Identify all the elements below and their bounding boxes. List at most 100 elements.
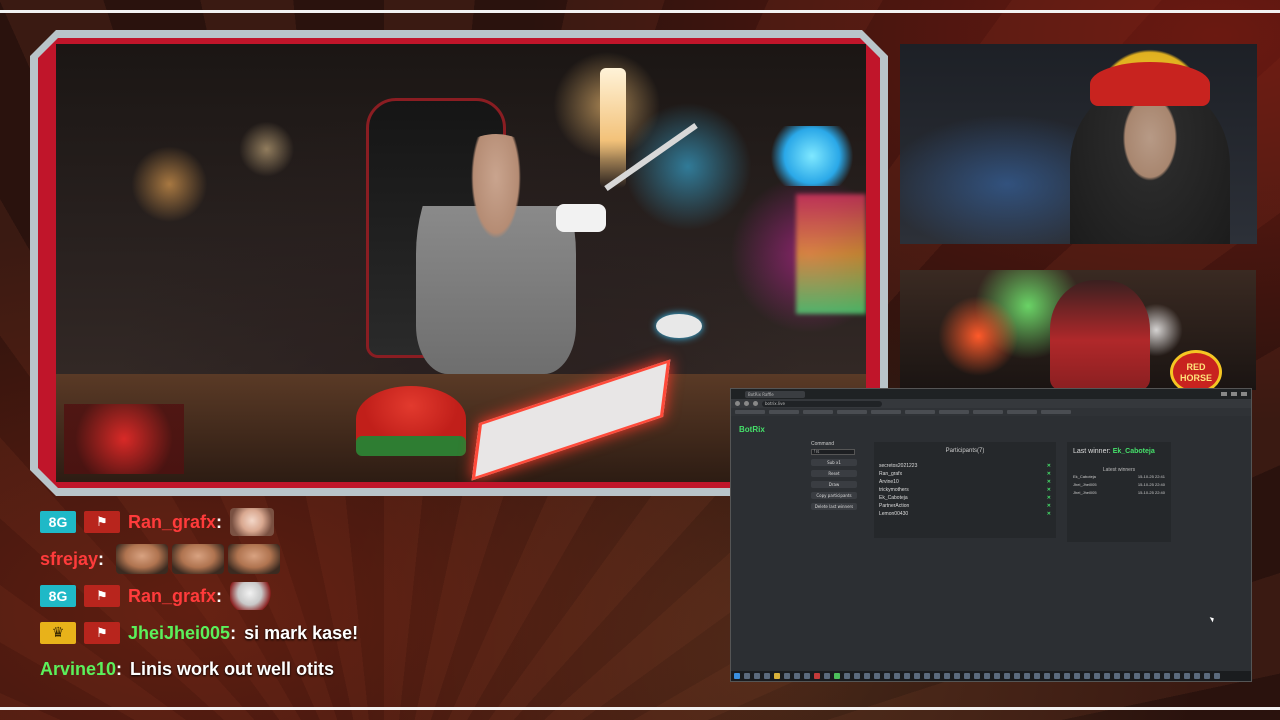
sub-multiplier-button[interactable]: Sub x1 <box>811 459 857 466</box>
app-icon[interactable] <box>1064 673 1070 679</box>
app-icon[interactable] <box>964 673 970 679</box>
app-icon[interactable] <box>904 673 910 679</box>
chat-overlay: 8G ⚑ Ran_grafx : sfrejay : 8G ⚑ Ran_graf… <box>40 506 720 689</box>
app-icon[interactable] <box>804 673 810 679</box>
sub-badge-icon: 8G <box>40 585 76 607</box>
window-controls <box>1221 392 1247 396</box>
minimize-icon[interactable] <box>1221 392 1227 396</box>
bookmark[interactable] <box>837 410 867 414</box>
botrix-logo[interactable]: BotRix <box>739 425 765 434</box>
app-icon[interactable] <box>884 673 890 679</box>
guest-2 <box>1050 280 1150 390</box>
app-icon[interactable] <box>834 673 840 679</box>
start-icon[interactable] <box>734 673 740 679</box>
chat-username: JheiJhei005 <box>128 622 231 643</box>
draw-button[interactable]: Draw <box>811 481 857 488</box>
remove-icon[interactable]: ✕ <box>1047 478 1051 486</box>
bookmark[interactable] <box>1007 410 1037 414</box>
remove-icon[interactable]: ✕ <box>1047 494 1051 502</box>
app-icon[interactable] <box>1104 673 1110 679</box>
reset-button[interactable]: Reset <box>811 470 857 477</box>
app-icon[interactable] <box>814 673 820 679</box>
app-icon[interactable] <box>894 673 900 679</box>
list-item: Ek_Caboteja 15-10-25 22:41 <box>1073 474 1165 479</box>
delete-winners-button[interactable]: Delete last winners <box>811 503 857 510</box>
guest-1 <box>1070 84 1230 244</box>
app-icon[interactable] <box>1004 673 1010 679</box>
list-item: Ek_Caboteja ✕ <box>879 494 1051 502</box>
close-icon[interactable] <box>1241 392 1247 396</box>
remove-icon[interactable]: ✕ <box>1047 502 1051 510</box>
url-field[interactable]: botrix.live <box>762 400 882 407</box>
team-badge-icon: ⚑ <box>84 585 120 607</box>
bookmark[interactable] <box>735 410 765 414</box>
bookmark[interactable] <box>803 410 833 414</box>
app-icon[interactable] <box>914 673 920 679</box>
command-input[interactable]: !rs <box>811 449 855 455</box>
app-icon[interactable] <box>1054 673 1060 679</box>
app-icon[interactable] <box>1214 673 1220 679</box>
app-icon[interactable] <box>994 673 1000 679</box>
app-icon[interactable] <box>1084 673 1090 679</box>
taskview-icon[interactable] <box>754 673 760 679</box>
chat-text: Linis work out well otits <box>130 658 335 679</box>
app-icon[interactable] <box>1124 673 1130 679</box>
app-icon[interactable] <box>954 673 960 679</box>
app-icon[interactable] <box>924 673 930 679</box>
forward-icon[interactable] <box>744 401 749 406</box>
browser-tab[interactable]: BotRix Raffle <box>745 390 805 398</box>
maximize-icon[interactable] <box>1231 392 1237 396</box>
bookmark[interactable] <box>939 410 969 414</box>
app-icon[interactable] <box>864 673 870 679</box>
app-icon[interactable] <box>944 673 950 679</box>
remove-icon[interactable]: ✕ <box>1047 510 1051 518</box>
app-icon[interactable] <box>1014 673 1020 679</box>
app-icon[interactable] <box>1144 673 1150 679</box>
bottom-border <box>0 707 1280 710</box>
app-icon[interactable] <box>934 673 940 679</box>
participants-panel: Participants(7) secretos2021223 ✕ Ran_gra… <box>874 442 1056 538</box>
folder-icon[interactable] <box>774 673 780 679</box>
app-icon[interactable] <box>1174 673 1180 679</box>
winner-panel: Last winner: Ek_Caboteja Latest winners … <box>1067 442 1171 542</box>
app-icon[interactable] <box>1094 673 1100 679</box>
remove-icon[interactable]: ✕ <box>1047 486 1051 494</box>
app-icon[interactable] <box>984 673 990 679</box>
app-icon[interactable] <box>1044 673 1050 679</box>
reload-icon[interactable] <box>753 401 758 406</box>
search-icon[interactable] <box>744 673 750 679</box>
app-icon[interactable] <box>824 673 830 679</box>
microphone <box>556 204 606 232</box>
remove-icon[interactable]: ✕ <box>1047 470 1051 478</box>
chat-username: Ran_grafx <box>128 585 217 606</box>
streamer <box>416 134 576 374</box>
app-icon[interactable] <box>1164 673 1170 679</box>
app-icon[interactable] <box>794 673 800 679</box>
app-icon[interactable] <box>844 673 850 679</box>
app-icon[interactable] <box>974 673 980 679</box>
app-icon[interactable] <box>874 673 880 679</box>
bookmark[interactable] <box>769 410 799 414</box>
app-icon[interactable] <box>1134 673 1140 679</box>
emote-icon <box>172 544 225 574</box>
bookmark[interactable] <box>871 410 901 414</box>
app-icon[interactable] <box>1024 673 1030 679</box>
app-icon[interactable] <box>1074 673 1080 679</box>
remove-icon[interactable]: ✕ <box>1047 462 1051 470</box>
address-bar: botrix.live <box>731 399 1251 408</box>
bookmark[interactable] <box>905 410 935 414</box>
emote-icon <box>230 582 275 610</box>
app-icon[interactable] <box>854 673 860 679</box>
browser-app-icon[interactable] <box>764 673 770 679</box>
back-icon[interactable] <box>735 401 740 406</box>
app-icon[interactable] <box>1034 673 1040 679</box>
app-icon[interactable] <box>1154 673 1160 679</box>
app-icon[interactable] <box>784 673 790 679</box>
app-icon[interactable] <box>1194 673 1200 679</box>
bookmark[interactable] <box>973 410 1003 414</box>
app-icon[interactable] <box>1184 673 1190 679</box>
app-icon[interactable] <box>1114 673 1120 679</box>
copy-participants-button[interactable]: Copy participants <box>811 492 857 499</box>
bookmark[interactable] <box>1041 410 1071 414</box>
app-icon[interactable] <box>1204 673 1210 679</box>
